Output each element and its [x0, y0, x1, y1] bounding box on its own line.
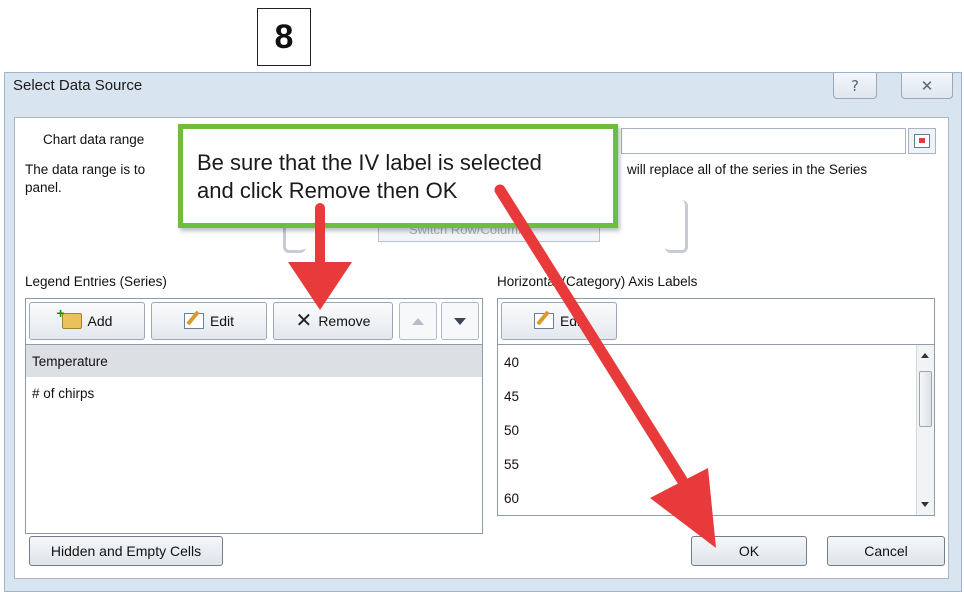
- arrow-to-ok: [494, 184, 716, 548]
- annotation-arrows: [288, 184, 716, 548]
- arrow-to-remove: [288, 203, 352, 310]
